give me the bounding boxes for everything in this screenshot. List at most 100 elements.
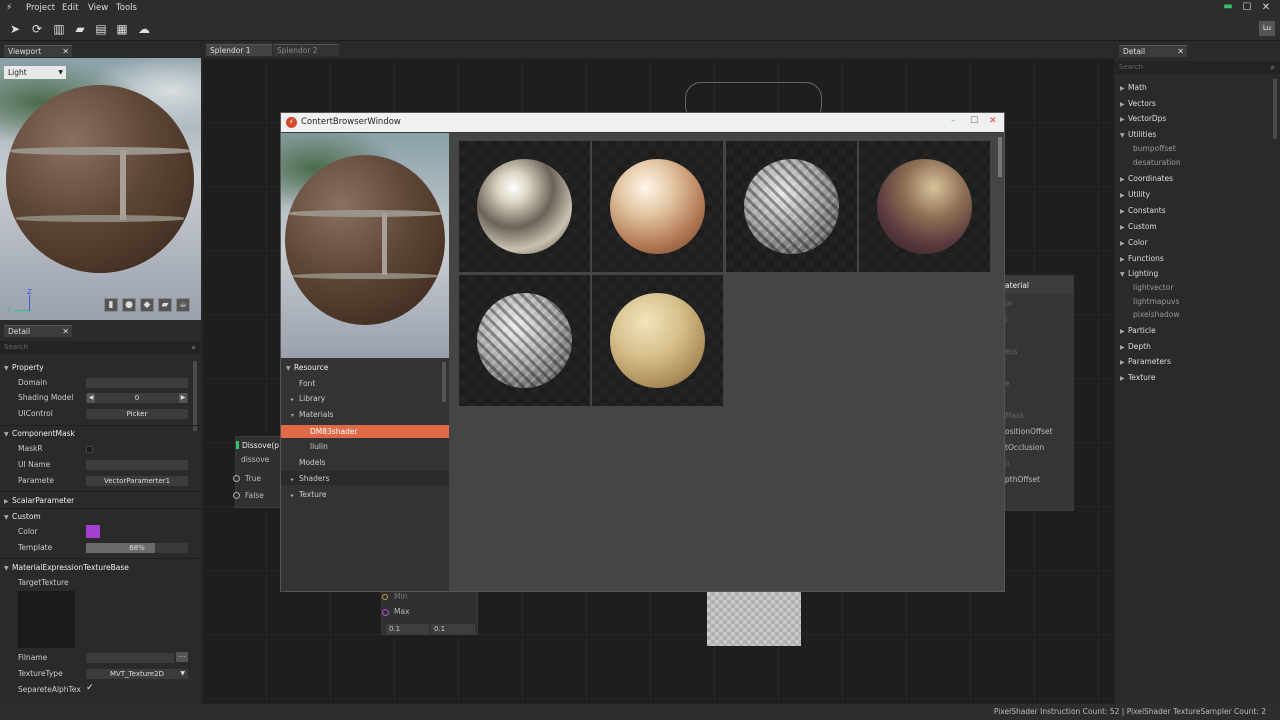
node-desaturation[interactable]: desaturation xyxy=(1133,158,1181,167)
category-particle[interactable]: ▶ Particle xyxy=(1120,326,1156,335)
detail-search-input[interactable]: Search ⌕ xyxy=(0,341,201,354)
input-pin[interactable] xyxy=(382,594,388,600)
tab-viewport[interactable]: Viewport ✕ xyxy=(4,45,72,57)
scrollbar-thumb[interactable] xyxy=(998,137,1002,177)
refresh-icon[interactable]: ⟳ xyxy=(29,21,45,37)
tree-item-library[interactable]: ▸ Library xyxy=(291,394,325,403)
color-swatch[interactable] xyxy=(86,525,100,538)
category-utilities[interactable]: ▼ Utilities xyxy=(1120,130,1156,139)
category-constants[interactable]: ▶ Constants xyxy=(1120,206,1166,215)
tree-item-texture[interactable]: ▸ Texture xyxy=(291,490,326,499)
cylinder-icon[interactable]: ▮ xyxy=(104,298,118,312)
tree-item-shaders[interactable]: ▸ Shaders xyxy=(291,474,329,483)
menu-project[interactable]: Project xyxy=(26,3,55,13)
uicontrol-field[interactable]: Picker xyxy=(86,409,188,419)
texture-preview-node[interactable] xyxy=(707,592,801,646)
category-depth[interactable]: ▶ Depth xyxy=(1120,342,1151,351)
folder-icon[interactable]: ▰ xyxy=(72,21,88,37)
section-component-mask[interactable]: ▼ ComponentMask xyxy=(4,429,75,438)
section-material-texture-base[interactable]: ▼ MaterialExpressionTextureBase xyxy=(4,563,129,572)
category-custom[interactable]: ▶ Custom xyxy=(1120,222,1157,231)
node-bumpoffset[interactable]: bumpoffset xyxy=(1133,144,1176,153)
section-property[interactable]: ▼ Property xyxy=(4,363,44,372)
category-math[interactable]: ▶ Math xyxy=(1120,83,1147,92)
sphere-icon[interactable]: ● xyxy=(122,298,136,312)
tree-item-materials[interactable]: ▾ Materials xyxy=(291,410,333,419)
material-preview[interactable] xyxy=(281,133,449,358)
category-lighting[interactable]: ▼ Lighting xyxy=(1120,269,1158,278)
close-icon[interactable]: ✕ xyxy=(62,326,69,338)
notepad-icon[interactable]: ▦ xyxy=(114,21,130,37)
tree-item-models[interactable]: Models xyxy=(299,458,325,467)
menu-edit[interactable]: Edit xyxy=(62,3,78,13)
light-mode-dropdown[interactable]: Light ▼ xyxy=(4,66,66,79)
chevron-right-icon[interactable]: ▶ xyxy=(179,393,187,403)
max-value-field[interactable]: 0.1 xyxy=(431,624,475,634)
input-pin[interactable] xyxy=(382,609,389,616)
menu-view[interactable]: View xyxy=(88,3,108,13)
category-color[interactable]: ▶ Color xyxy=(1120,238,1148,247)
category-texture[interactable]: ▶ Texture xyxy=(1120,373,1155,382)
input-pin[interactable] xyxy=(233,475,240,482)
maximize-icon[interactable]: ☐ xyxy=(1241,2,1253,14)
close-icon[interactable]: ✕ xyxy=(1177,46,1184,58)
category-coordinates[interactable]: ▶ Coordinates xyxy=(1120,174,1173,183)
category-vectors[interactable]: ▶ Vectors xyxy=(1120,99,1156,108)
scrollbar-thumb[interactable] xyxy=(442,362,446,402)
node-search-input[interactable]: Search ⌕ xyxy=(1115,61,1280,74)
material-tile-pearl[interactable] xyxy=(592,141,723,272)
browse-button[interactable]: ··· xyxy=(176,652,188,662)
menu-tools[interactable]: Tools xyxy=(116,3,137,13)
category-parameters[interactable]: ▶ Parameters xyxy=(1120,357,1171,366)
parameter-field[interactable]: VectorParamerter1 xyxy=(86,476,188,486)
minimize-icon[interactable]: – xyxy=(951,116,956,126)
node-pixelshadow[interactable]: pixelshadow xyxy=(1133,310,1180,319)
plane-icon[interactable]: ◆ xyxy=(140,298,154,312)
category-vectordps[interactable]: ▶ VectorDps xyxy=(1120,114,1166,123)
teapot-icon[interactable]: ☕ xyxy=(176,298,190,312)
category-utility[interactable]: ▶ Utility xyxy=(1120,190,1150,199)
tab-detail[interactable]: Detail ✕ xyxy=(4,325,72,337)
search-icon[interactable]: ⌕ xyxy=(192,341,196,354)
chart-icon[interactable]: ▥ xyxy=(51,21,67,37)
tree-item-selected[interactable]: DM83shader xyxy=(281,425,449,438)
send-icon[interactable]: ➤ xyxy=(7,21,23,37)
shading-model-stepper[interactable]: ◀ 0 ▶ xyxy=(86,393,188,403)
template-slider[interactable]: 68% xyxy=(86,543,188,553)
close-icon[interactable]: ✕ xyxy=(1260,2,1272,14)
tab-splendor-1[interactable]: Splendor 1 xyxy=(206,44,272,56)
texture-thumbnail[interactable] xyxy=(18,591,75,648)
close-icon[interactable]: ✕ xyxy=(989,116,997,126)
node-lightmapuvs[interactable]: lightmapuvs xyxy=(1133,297,1179,306)
material-tile-woven-metal-2[interactable] xyxy=(459,275,590,406)
tab-splendor-2[interactable]: Splendor 2 xyxy=(273,44,339,56)
tree-item-liulin[interactable]: liulin xyxy=(310,442,328,451)
viewport-3d[interactable]: Light ▼ Z Y ▮ ● ◆ ▰ ☕ xyxy=(0,58,201,320)
separate-alpha-checkbox[interactable]: ✓ xyxy=(86,683,94,693)
domain-field[interactable] xyxy=(86,378,188,388)
texture-type-dropdown[interactable]: MVT_Texture2D ▼ xyxy=(86,669,188,679)
scrollbar-thumb[interactable] xyxy=(1273,79,1277,139)
scrollbar-thumb[interactable] xyxy=(193,361,197,431)
cloud-icon[interactable]: ☁ xyxy=(136,21,152,37)
search-icon[interactable]: ⌕ xyxy=(1271,61,1275,74)
input-pin[interactable] xyxy=(233,492,240,499)
uiname-field[interactable] xyxy=(86,460,188,470)
section-scalar-parameter[interactable]: ▶ ScalarParameter xyxy=(4,496,74,505)
tree-root-resource[interactable]: ▼ Resource xyxy=(286,363,328,372)
node-lightvector[interactable]: lightvector xyxy=(1133,283,1173,292)
material-tile-leather[interactable] xyxy=(859,141,990,272)
material-tile-chrome[interactable] xyxy=(459,141,590,272)
material-tile-woven-metal[interactable] xyxy=(726,141,857,272)
category-functions[interactable]: ▶ Functions xyxy=(1120,254,1164,263)
cube-icon[interactable]: ▰ xyxy=(158,298,172,312)
section-custom[interactable]: ▼ Custom xyxy=(4,512,41,521)
min-value-field[interactable]: 0.1 xyxy=(386,624,429,634)
tab-detail-right[interactable]: Detail ✕ xyxy=(1119,45,1187,57)
maximize-icon[interactable]: ☐ xyxy=(970,116,978,126)
close-icon[interactable]: ✕ xyxy=(62,46,69,58)
maskr-checkbox[interactable] xyxy=(86,446,93,453)
filename-field[interactable] xyxy=(86,653,174,663)
user-avatar[interactable]: Lu xyxy=(1259,21,1275,36)
minimize-icon[interactable]: ▬ xyxy=(1222,1,1234,13)
